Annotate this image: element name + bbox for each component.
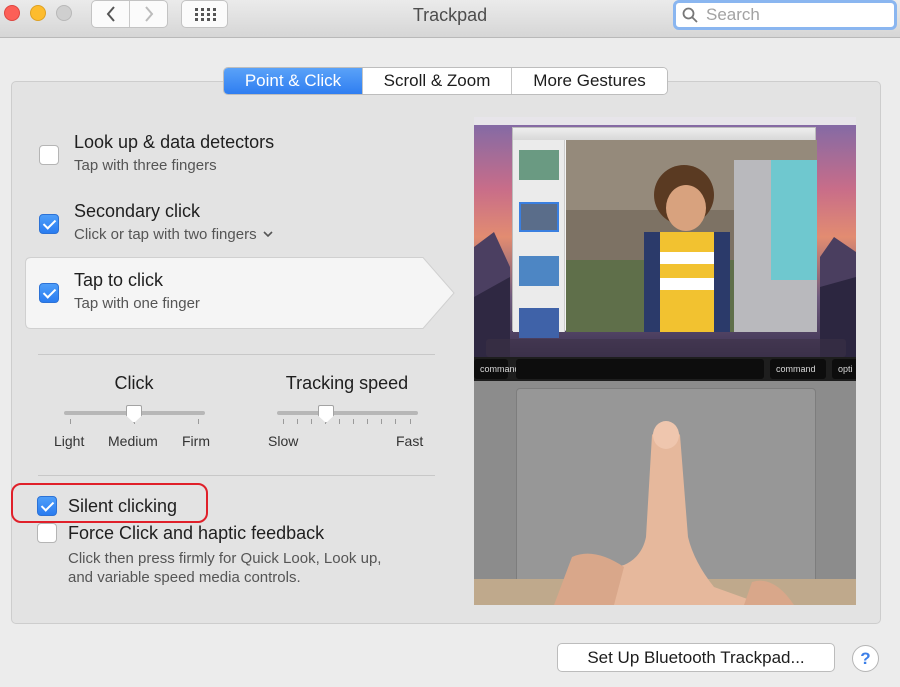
zoom-window-button[interactable] — [56, 5, 72, 21]
tab-scroll-and-zoom[interactable]: Scroll & Zoom — [362, 68, 511, 94]
force-click-description-line-1: Click then press firmly for Quick Look, … — [68, 550, 382, 567]
grid-icon — [194, 8, 216, 21]
lookup-checkbox[interactable] — [39, 145, 59, 165]
tab-point-and-click[interactable]: Point & Click — [224, 68, 362, 94]
chevron-right-icon — [144, 6, 153, 22]
show-all-button[interactable] — [181, 0, 228, 28]
search-field[interactable] — [673, 0, 897, 30]
lookup-subtitle: Tap with three fingers — [74, 157, 217, 174]
tick — [283, 419, 284, 424]
divider — [38, 354, 435, 355]
tracking-speed-track[interactable] — [277, 411, 418, 415]
minimize-window-button[interactable] — [30, 5, 46, 21]
setup-bluetooth-trackpad-button[interactable]: Set Up Bluetooth Trackpad... — [557, 643, 835, 672]
tab-bar: Point & Click Scroll & Zoom More Gesture… — [223, 67, 668, 95]
secondary-click-subtitle: Click or tap with two fingers — [74, 226, 257, 243]
search-icon — [682, 7, 698, 23]
help-button[interactable]: ? — [852, 645, 879, 672]
finger-icon — [554, 421, 794, 605]
gesture-preview-image: command command opti — [474, 117, 856, 605]
force-click-title: Force Click and haptic feedback — [68, 523, 325, 543]
tick — [367, 419, 368, 424]
chevron-down-icon — [263, 231, 273, 238]
secondary-click-title: Secondary click — [74, 201, 201, 221]
tick — [353, 419, 354, 424]
title-bar: Trackpad — [0, 0, 900, 38]
forward-button[interactable] — [129, 1, 167, 27]
tick — [381, 419, 382, 424]
tick — [198, 419, 199, 424]
tick — [70, 419, 71, 424]
tick — [395, 419, 396, 424]
click-label-light: Light — [54, 433, 85, 449]
back-button[interactable] — [92, 1, 129, 27]
secondary-click-checkbox[interactable] — [39, 214, 59, 234]
force-click-checkbox[interactable] — [37, 523, 57, 543]
selected-option-highlight — [25, 257, 455, 329]
navigation-buttons — [91, 0, 168, 28]
tick — [339, 419, 340, 424]
search-input[interactable] — [704, 4, 884, 26]
close-window-button[interactable] — [4, 5, 20, 21]
tick — [311, 419, 312, 424]
divider — [38, 475, 435, 476]
tap-to-click-title: Tap to click — [74, 270, 164, 290]
tick — [410, 419, 411, 424]
tab-more-gestures[interactable]: More Gestures — [511, 68, 667, 94]
force-click-description-line-2: and variable speed media controls. — [68, 569, 301, 586]
tracking-speed-title: Tracking speed — [285, 373, 409, 393]
tick — [297, 419, 298, 424]
annotation-highlight — [11, 483, 208, 523]
secondary-click-subtitle-dropdown[interactable]: Click or tap with two fingers — [74, 226, 273, 243]
click-slider-title: Click — [114, 373, 154, 393]
tap-to-click-subtitle: Tap with one finger — [74, 295, 200, 312]
click-label-firm: Firm — [182, 433, 210, 449]
lookup-title: Look up & data detectors — [74, 132, 275, 152]
chevron-left-icon — [106, 6, 115, 22]
tracking-label-fast: Fast — [396, 433, 424, 449]
tracking-label-slow: Slow — [268, 433, 299, 449]
click-label-medium: Medium — [108, 433, 158, 449]
tap-to-click-checkbox[interactable] — [39, 283, 59, 303]
